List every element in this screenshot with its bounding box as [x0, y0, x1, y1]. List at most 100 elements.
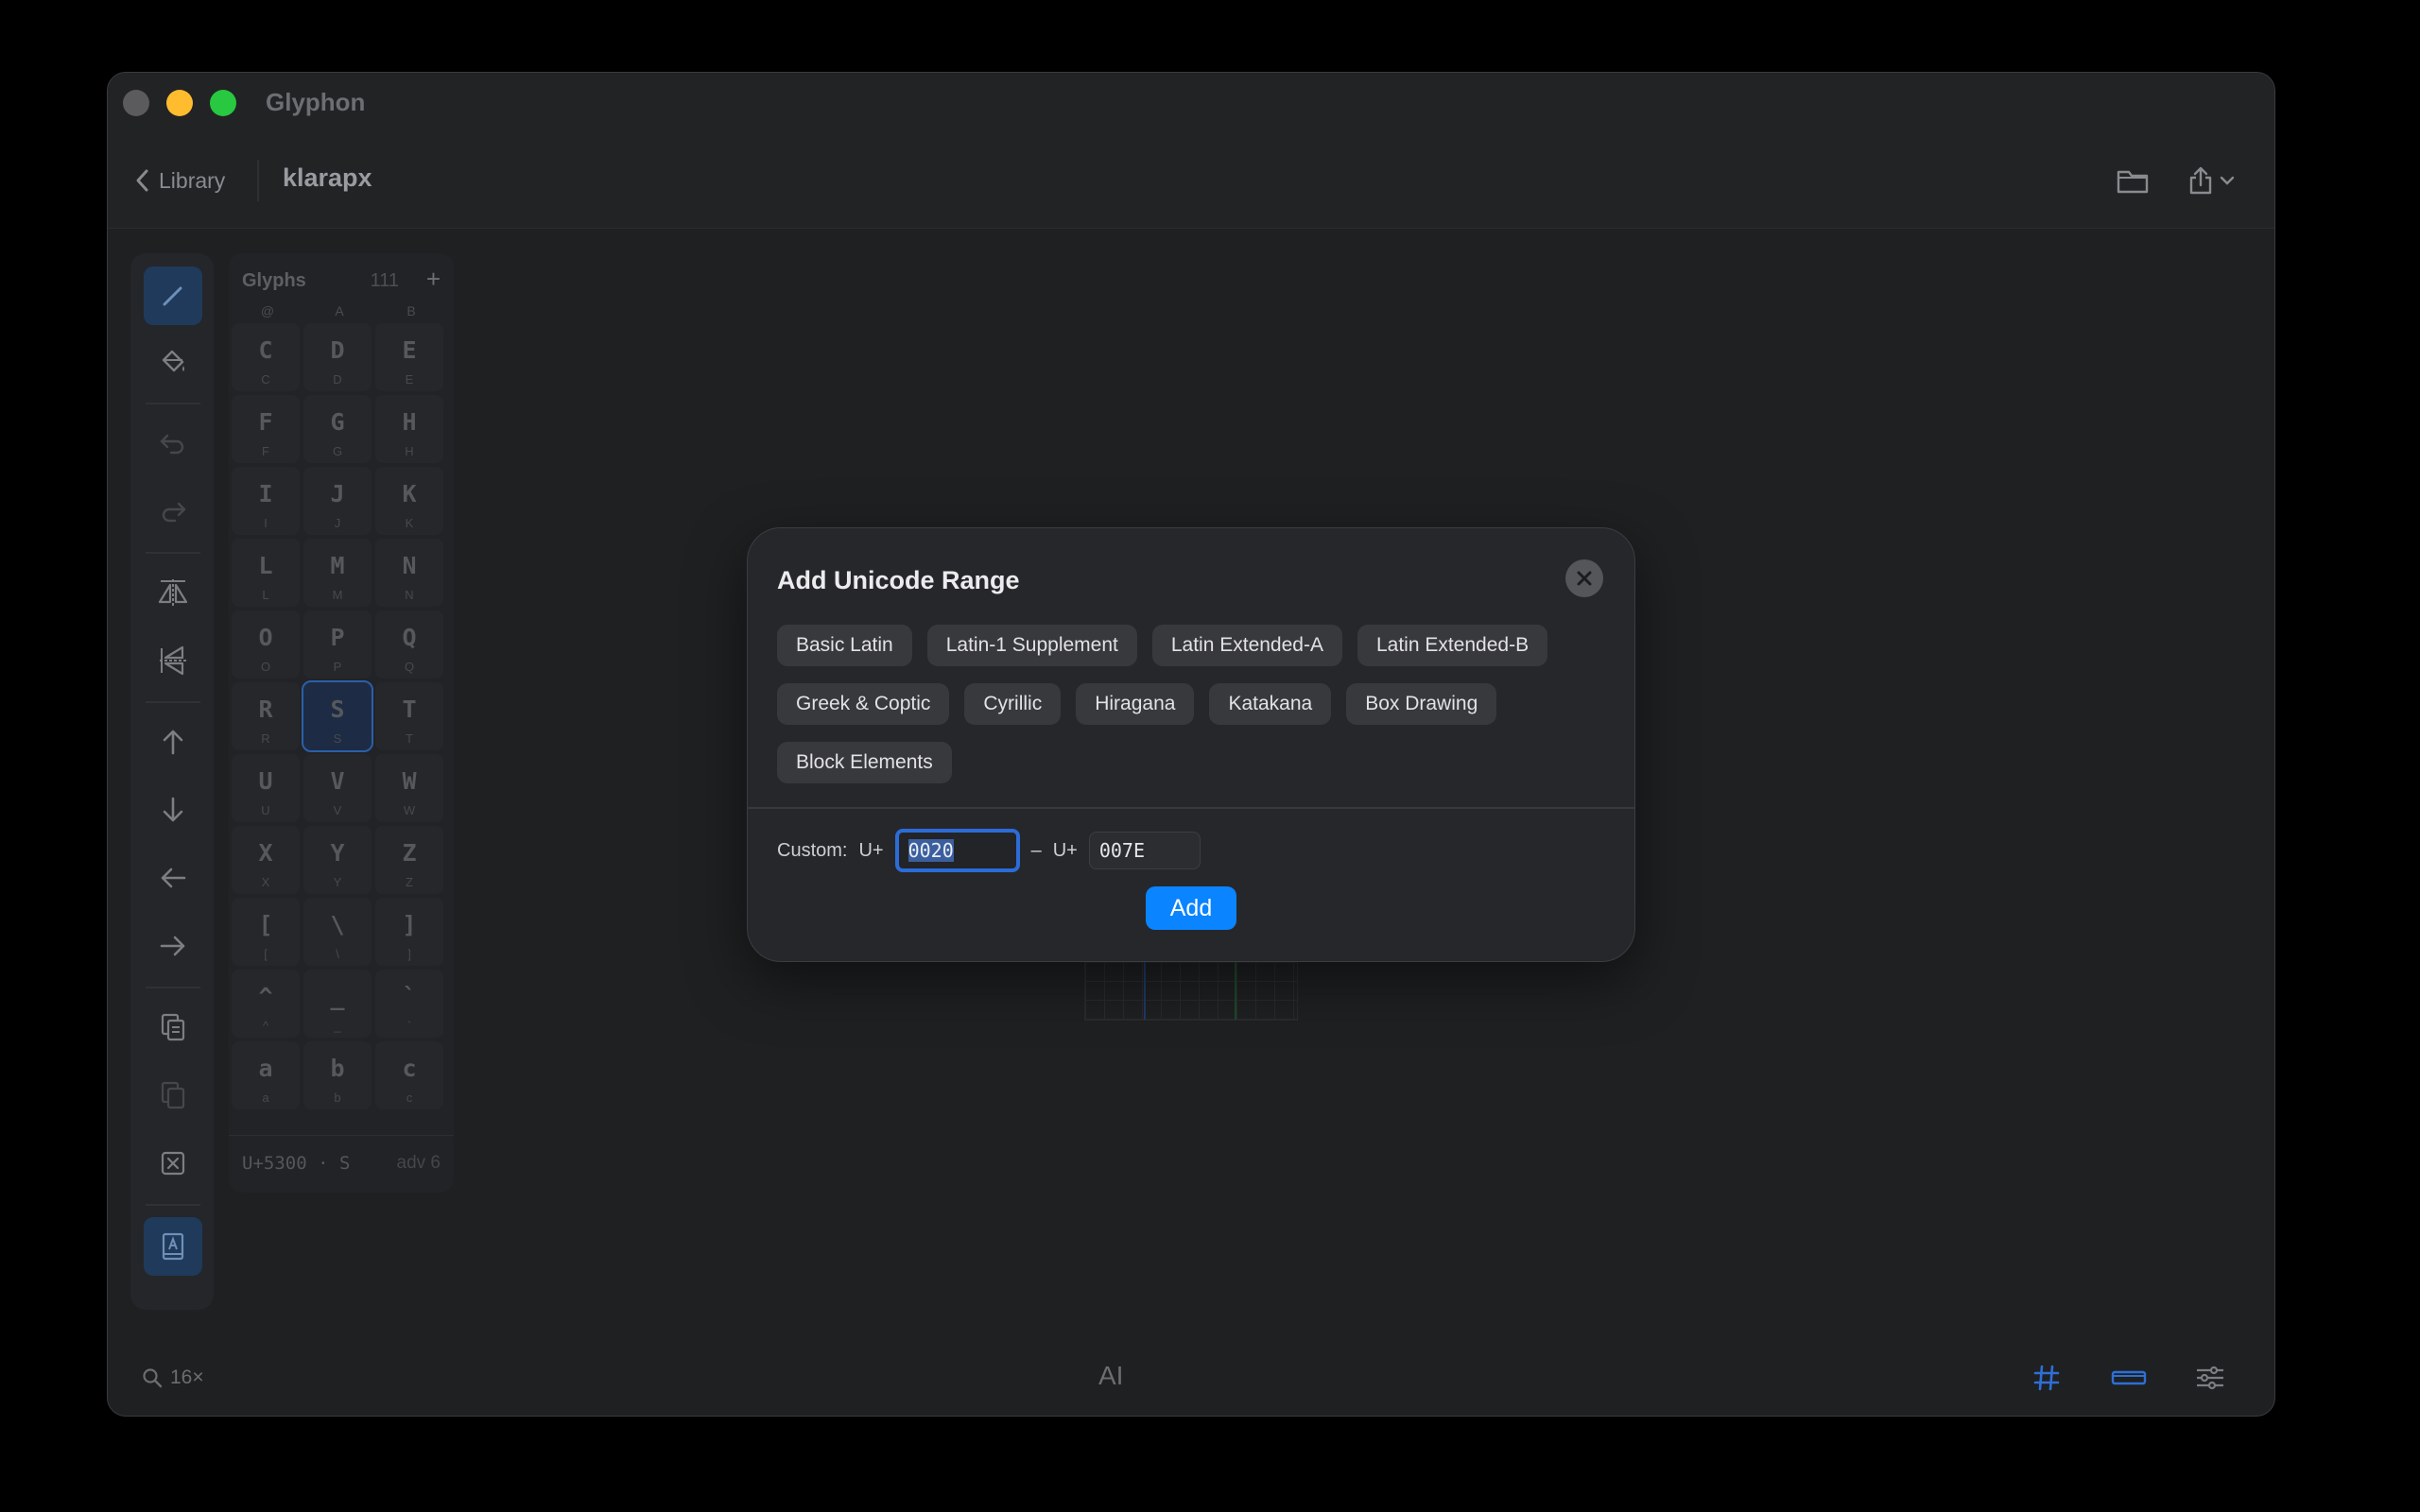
glyph-cell[interactable]: \ \	[303, 898, 372, 966]
paint-bucket-icon	[162, 350, 184, 372]
window-close-button[interactable]	[123, 90, 149, 116]
flip-vertical-button[interactable]	[144, 631, 202, 690]
font-book-button[interactable]	[144, 1217, 202, 1276]
preset-range-chip[interactable]: Greek & Coptic	[777, 683, 950, 725]
custom-range-row: Custom: U+ 0020 – U+ 007E	[777, 829, 1201, 872]
flip-horizontal-button[interactable]	[144, 563, 202, 622]
glyph-cell[interactable]: ` `	[375, 970, 443, 1038]
glyph-cell[interactable]: HH	[375, 395, 443, 463]
glyph-cell[interactable]: MM	[303, 539, 372, 607]
settings-button[interactable]	[2194, 1363, 2226, 1398]
metrics-toggle-button[interactable]	[2110, 1363, 2148, 1398]
preset-range-chip[interactable]: Latin-1 Supplement	[926, 625, 1137, 666]
glyph-cell[interactable]: KK	[375, 467, 443, 535]
preset-range-chip[interactable]: Latin Extended-A	[1151, 625, 1342, 666]
text-tool-button[interactable]: AI	[1098, 1361, 1123, 1391]
shift-right-button[interactable]	[144, 917, 202, 975]
glyph-cell[interactable]: aa	[232, 1041, 300, 1109]
glyph-cell[interactable]: JJ	[303, 467, 372, 535]
range-start-input[interactable]: 0020	[894, 829, 1020, 872]
shift-down-button[interactable]	[144, 781, 202, 839]
preset-range-chip[interactable]: Hiragana	[1076, 683, 1195, 725]
glyph-preview: W	[402, 767, 417, 795]
glyph-label: N	[405, 588, 414, 602]
glyph-cell[interactable]: GG	[303, 395, 372, 463]
glyph-cell[interactable]: DD	[303, 323, 372, 391]
glyph-preview: c	[402, 1055, 417, 1082]
glyph-preview: [	[258, 911, 273, 938]
glyph-cell[interactable]: ZZ	[375, 826, 443, 894]
glyph-cell[interactable]: bb	[303, 1041, 372, 1109]
glyph-cell[interactable]: TT	[375, 682, 443, 750]
redo-icon	[162, 502, 186, 523]
glyph-cell[interactable]: YY	[303, 826, 372, 894]
fill-tool-button[interactable]	[144, 333, 202, 391]
font-book-icon	[162, 1232, 184, 1261]
glyph-cell[interactable]: SS	[302, 680, 373, 752]
redo-button[interactable]	[144, 482, 202, 541]
glyph-cell[interactable]: ]]	[375, 898, 443, 966]
glyph-cell[interactable]: UU	[232, 754, 300, 822]
zoom-control[interactable]: 16×	[142, 1366, 204, 1389]
glyph-label: U	[261, 803, 270, 817]
glyph-label: X	[261, 875, 270, 889]
glyph-label: Q	[404, 660, 415, 674]
toolbar-divider	[257, 160, 259, 201]
pencil-tool-button[interactable]	[144, 266, 202, 325]
glyph-cell[interactable]: cc	[375, 1041, 443, 1109]
preset-range-chip[interactable]: Katakana	[1209, 683, 1332, 725]
glyph-cell[interactable]: NN	[375, 539, 443, 607]
share-menu-button[interactable]	[2187, 162, 2235, 199]
preset-range-chip[interactable]: Block Elements	[777, 742, 952, 783]
glyph-cell[interactable]: [[	[232, 898, 300, 966]
range-end-input[interactable]: 007E	[1088, 832, 1201, 869]
glyph-cell[interactable]: LL	[232, 539, 300, 607]
preset-range-chip[interactable]: Box Drawing	[1346, 683, 1497, 725]
copy-button[interactable]	[144, 998, 202, 1057]
glyph-label: Y	[333, 875, 342, 889]
glyph-label: B	[406, 303, 416, 318]
glyph-cell[interactable]: QQ	[375, 610, 443, 679]
window-minimize-button[interactable]	[166, 90, 193, 116]
glyph-cell[interactable]: OO	[232, 610, 300, 679]
status-bar: 16× AI	[108, 1340, 2274, 1416]
glyph-preview: `	[402, 983, 417, 1010]
add-button[interactable]: Add	[1146, 886, 1236, 930]
grid-toggle-button[interactable]	[2031, 1363, 2062, 1398]
glyph-cell[interactable]: EE	[375, 323, 443, 391]
glyph-preview: F	[258, 408, 273, 436]
paste-button[interactable]	[144, 1066, 202, 1125]
glyph-canvas[interactable]	[1084, 961, 1298, 1021]
magnifier-icon	[143, 1368, 163, 1388]
rail-divider	[146, 987, 200, 988]
glyph-label: \	[336, 947, 339, 961]
glyph-cell[interactable]: PP	[303, 610, 372, 679]
glyph-preview: H	[402, 408, 417, 436]
glyph-preview: O	[258, 624, 273, 651]
glyph-cell[interactable]: VV	[303, 754, 372, 822]
preset-range-chip[interactable]: Latin Extended-B	[1357, 625, 1548, 666]
glyph-label: b	[334, 1091, 341, 1105]
folder-button[interactable]	[2117, 162, 2149, 199]
clear-icon	[161, 1151, 185, 1176]
close-dialog-button[interactable]	[1565, 559, 1603, 597]
glyph-cell[interactable]: WW	[375, 754, 443, 822]
window-maximize-button[interactable]	[210, 90, 236, 116]
add-glyph-button[interactable]: +	[426, 265, 441, 294]
undo-button[interactable]	[144, 414, 202, 472]
glyph-cell[interactable]: RR	[232, 682, 300, 750]
clear-glyph-button[interactable]	[144, 1134, 202, 1193]
glyph-cell[interactable]: ^ ^	[232, 970, 300, 1038]
glyph-cell[interactable]: _ _	[303, 970, 372, 1038]
glyph-cell[interactable]: CC	[232, 323, 300, 391]
shift-left-button[interactable]	[144, 849, 202, 907]
preset-range-chip[interactable]: Cyrillic	[964, 683, 1062, 725]
glyph-cell[interactable]: II	[232, 467, 300, 535]
grid-icon	[2033, 1365, 2060, 1391]
glyph-cell[interactable]: FF	[232, 395, 300, 463]
glyph-cell[interactable]: XX	[232, 826, 300, 894]
shift-up-button[interactable]	[144, 713, 202, 771]
preset-range-chip[interactable]: Basic Latin	[777, 625, 912, 666]
back-to-library-button[interactable]: Library	[134, 162, 225, 199]
glyph-preview: Y	[330, 839, 345, 867]
